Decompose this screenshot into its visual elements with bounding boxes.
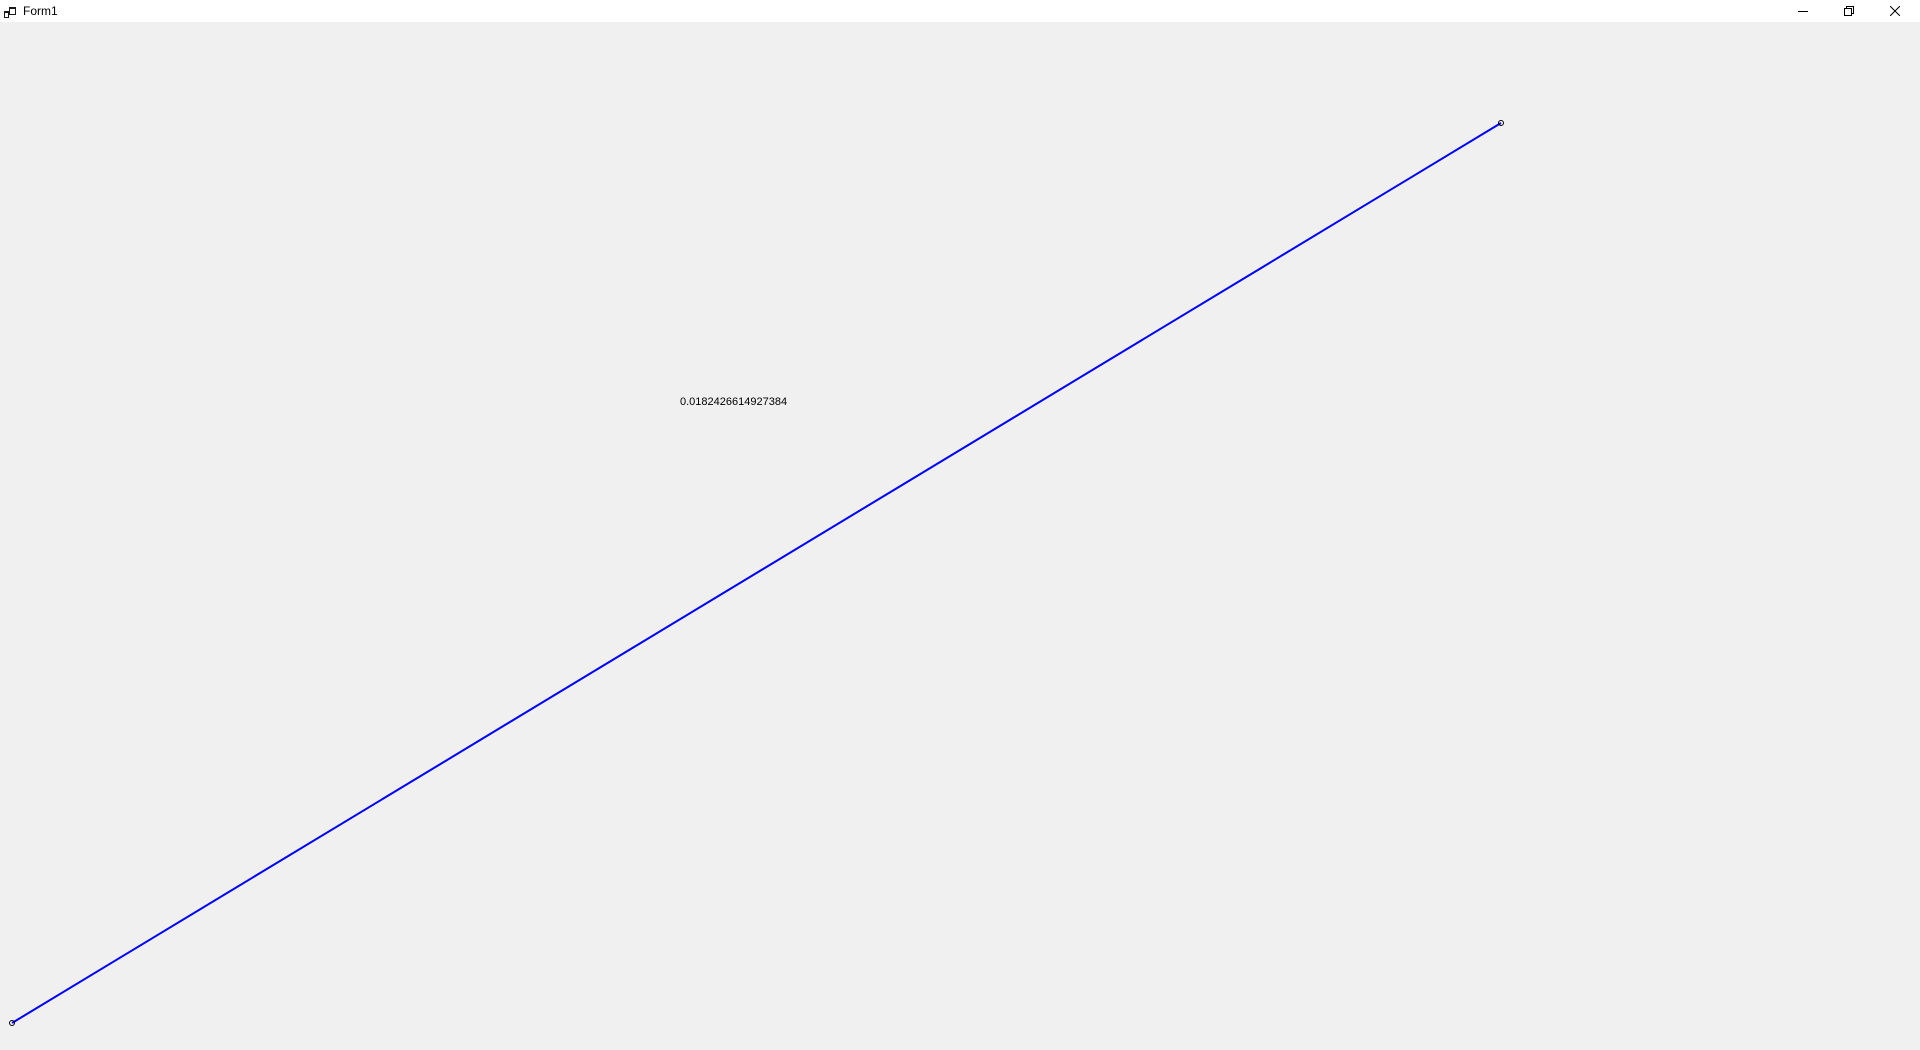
restore-icon bbox=[1844, 6, 1854, 16]
minimize-button[interactable] bbox=[1780, 0, 1826, 22]
app-icon[interactable] bbox=[4, 5, 16, 18]
minimize-icon bbox=[1798, 6, 1808, 16]
form-window: Form1 0.0182426614927384 bbox=[0, 0, 1920, 1050]
form-client-area[interactable]: 0.0182426614927384 bbox=[0, 22, 1920, 1050]
restore-button[interactable] bbox=[1826, 0, 1872, 22]
value-label: 0.0182426614927384 bbox=[680, 396, 788, 408]
close-button[interactable] bbox=[1872, 0, 1918, 22]
close-icon bbox=[1890, 6, 1900, 16]
title-bar[interactable]: Form1 bbox=[0, 0, 1920, 22]
blue-line bbox=[11, 122, 1502, 1024]
drawing-canvas bbox=[9, 120, 1504, 1026]
window-title: Form1 bbox=[23, 4, 58, 18]
